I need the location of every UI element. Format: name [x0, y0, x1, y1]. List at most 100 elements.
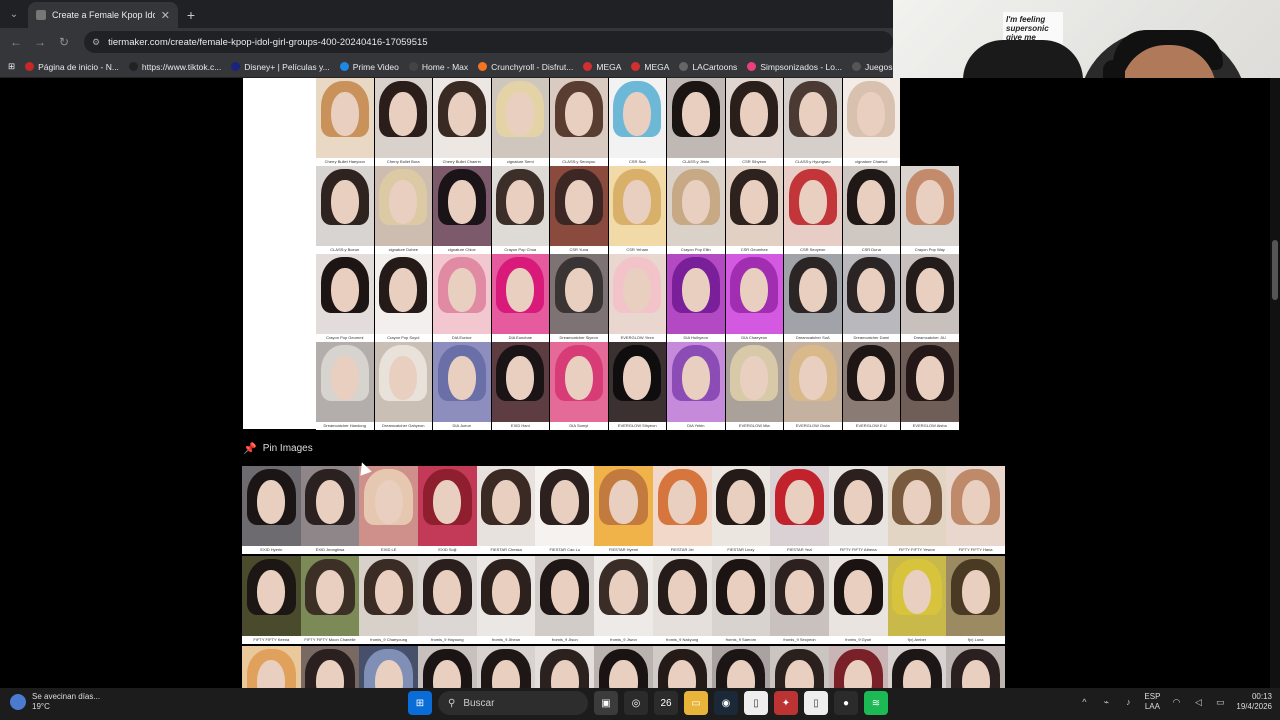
idol-image-card[interactable]: EVERGLOW Mia: [725, 342, 783, 430]
new-tab-icon[interactable]: +: [178, 2, 204, 28]
idol-image-card[interactable]: EXID Jeonghwa: [300, 466, 360, 554]
file-explorer-icon[interactable]: ▭: [684, 691, 708, 715]
idol-image-card[interactable]: FIFTY FIFTY Moon Chanelle: [300, 556, 360, 644]
spotify-icon[interactable]: ≋: [864, 691, 888, 715]
idol-image-card[interactable]: [946, 646, 1005, 688]
idol-image-card[interactable]: CSR Yeham: [608, 166, 666, 254]
bookmark-item[interactable]: Juegos: [852, 62, 892, 72]
idol-image-card[interactable]: f(x) Amber: [887, 556, 947, 644]
idol-image-card[interactable]: FIFTY FIFTY Athena: [828, 466, 888, 554]
idol-image-card[interactable]: cignature Semi: [491, 78, 549, 166]
pin-icon[interactable]: 📌: [243, 442, 257, 455]
idol-image-card[interactable]: Dreamcatcher Dami: [842, 254, 900, 342]
idol-image-card[interactable]: Crayon Pop Soyul: [374, 254, 432, 342]
idol-image-card[interactable]: CLASS:y Seonyou: [550, 78, 608, 166]
idol-image-card[interactable]: Dreamcatcher Siyeon: [550, 254, 608, 342]
idol-image-card[interactable]: FIESTAR Yezi: [770, 466, 829, 554]
idol-image-card[interactable]: cignature Dohee: [374, 166, 432, 254]
idol-image-card[interactable]: [476, 646, 536, 688]
idol-image-card[interactable]: fromis_9 Saerom: [711, 556, 771, 644]
idol-image-card[interactable]: EXID Solji: [418, 466, 477, 554]
close-tab-icon[interactable]: ✕: [161, 9, 170, 22]
idol-image-card[interactable]: fromis_9 Nakyung: [652, 556, 712, 644]
idol-image-card[interactable]: DIA Eunice: [433, 254, 491, 342]
active-tab[interactable]: Create a Female Kpop Idol Girl ✕: [28, 2, 178, 28]
idol-image-card[interactable]: fromis_9 Jiwon: [594, 556, 653, 644]
idol-image-card[interactable]: CSR Sihyeon: [725, 78, 783, 166]
idol-image-card[interactable]: EXID LE: [359, 466, 419, 554]
idol-image-card[interactable]: Dreamcatcher JiU: [901, 254, 959, 342]
idol-image-card[interactable]: fromis_9 Chaeyoung: [359, 556, 419, 644]
idol-image-card[interactable]: EVERGLOW Sihyeon: [608, 342, 666, 430]
clock[interactable]: 00:13 19/4/2026: [1236, 692, 1272, 712]
idol-image-card[interactable]: FIFTY FIFTY Yewon: [887, 466, 947, 554]
idol-image-card[interactable]: DIA Huihyeon: [667, 254, 725, 342]
bookmark-item[interactable]: Home - Max: [408, 62, 468, 72]
idol-image-card[interactable]: [300, 646, 360, 688]
idol-image-card[interactable]: EVERGLOW Aisha: [901, 342, 959, 430]
idol-image-card[interactable]: cignature Chloe: [433, 166, 491, 254]
idol-image-card[interactable]: [242, 646, 301, 688]
idol-image-card[interactable]: [594, 646, 653, 688]
idol-image-card[interactable]: CSR Sua: [608, 78, 666, 166]
app-icon[interactable]: ◎: [624, 691, 648, 715]
idol-image-card[interactable]: FIESTAR Hyemi: [594, 466, 653, 554]
file-icon[interactable]: ▯: [804, 691, 828, 715]
idol-image-card[interactable]: [652, 646, 712, 688]
windows-start-icon[interactable]: ⊞: [408, 691, 432, 715]
idol-image-card[interactable]: f(x) Luna: [946, 556, 1005, 644]
idol-image-card[interactable]: FIESTAR Cao Lu: [535, 466, 595, 554]
idol-image-card[interactable]: FIFTY FIFTY Hana: [946, 466, 1005, 554]
idol-image-card[interactable]: Crayon Pop Geummi: [316, 254, 374, 342]
idol-image-card[interactable]: DIA Chaeyeon: [725, 254, 783, 342]
idol-image-card[interactable]: [711, 646, 771, 688]
wifi-icon[interactable]: ◠: [1170, 696, 1182, 708]
idol-image-card[interactable]: CLASS:y Hyungseo: [784, 78, 842, 166]
document-icon[interactable]: ▯: [744, 691, 768, 715]
idol-image-card[interactable]: Crayon Pop Ellin: [667, 166, 725, 254]
taskbar-search[interactable]: ⚲ Buscar: [438, 691, 588, 715]
reload-icon[interactable]: ↻: [54, 32, 74, 52]
idol-image-card[interactable]: fromis_9 Seoyeon: [770, 556, 829, 644]
idol-image-card[interactable]: EXID Hani: [491, 342, 549, 430]
idol-image-card[interactable]: DIA Eunchae: [491, 254, 549, 342]
idol-image-card[interactable]: CSR Seoyeon: [784, 166, 842, 254]
back-icon[interactable]: ←: [6, 32, 26, 52]
tier-row-images[interactable]: Cherry Bullet Haeyoon Cherry Bullet Bora C…: [316, 78, 1028, 430]
pin-images-header[interactable]: 📌 Pin Images: [243, 442, 313, 455]
idol-image-card[interactable]: FIESTAR Linzy: [711, 466, 771, 554]
idol-image-card[interactable]: Cherry Bullet Chaerin: [433, 78, 491, 166]
calendar-icon[interactable]: 26: [654, 691, 678, 715]
idol-image-card[interactable]: CLASS:y Jimin: [667, 78, 725, 166]
bookmark-item[interactable]: Crunchyroll - Disfrut...: [478, 62, 573, 72]
microphone-icon[interactable]: ♪: [1122, 696, 1134, 708]
bookmark-item[interactable]: MEGA: [631, 62, 669, 72]
idol-image-card[interactable]: DIA Somyi: [550, 342, 608, 430]
idol-image-card[interactable]: EVERGLOW Yiren: [608, 254, 666, 342]
bookmark-item[interactable]: MEGA: [583, 62, 621, 72]
site-info-icon[interactable]: ⚙: [92, 37, 100, 48]
bookmark-item[interactable]: LACartoons: [679, 62, 737, 72]
idol-image-card[interactable]: [828, 646, 888, 688]
idol-image-card[interactable]: [535, 646, 595, 688]
idol-image-card[interactable]: Crayon Pop Choa: [491, 166, 549, 254]
idol-image-card[interactable]: fromis_9 Hayoung: [418, 556, 477, 644]
tier-row-label[interactable]: [243, 78, 316, 429]
idol-image-card[interactable]: CSR Duna: [842, 166, 900, 254]
idol-image-card[interactable]: Dreamcatcher Handong: [316, 342, 374, 430]
idol-image-card[interactable]: [901, 78, 959, 166]
network-icon[interactable]: ⌁: [1100, 696, 1112, 708]
idol-image-card[interactable]: [887, 646, 947, 688]
idol-image-card[interactable]: Cherry Bullet Bora: [374, 78, 432, 166]
bookmark-item[interactable]: Página de inicio - N...: [25, 62, 119, 72]
forward-icon[interactable]: →: [30, 32, 50, 52]
idol-image-card[interactable]: EXID Hyerin: [242, 466, 301, 554]
idol-image-card[interactable]: fromis_9 Gyuri: [828, 556, 888, 644]
idol-image-card[interactable]: CSR Geumhee: [725, 166, 783, 254]
idol-image-card[interactable]: Dreamcatcher SuA: [784, 254, 842, 342]
idol-image-card[interactable]: DIA Jueun: [433, 342, 491, 430]
battery-icon[interactable]: ▭: [1214, 696, 1226, 708]
game-icon[interactable]: ✦: [774, 691, 798, 715]
weather-widget[interactable]: Se avecinan días... 19°C: [10, 692, 100, 712]
idol-image-card[interactable]: Dreamcatcher Gahyeon: [374, 342, 432, 430]
